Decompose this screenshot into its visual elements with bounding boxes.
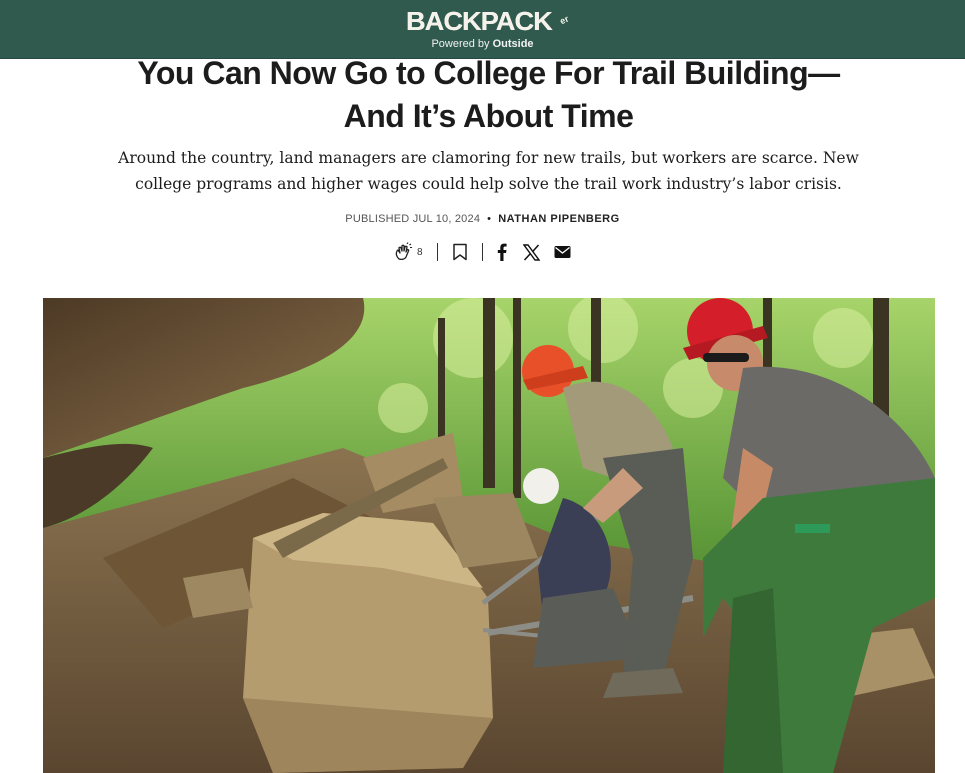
author-link[interactable]: NATHAN PIPENBERG [498,213,619,225]
powered-by[interactable]: Powered by Outside [0,38,965,50]
share-divider [481,243,483,261]
facebook-icon [497,243,507,261]
headline-line-1: You Can Now Go to College For Trail Buil… [137,55,840,91]
headline-line-2: And It’s About Time [343,98,634,134]
trail-crew-photo-icon [43,298,935,773]
share-divider [436,243,438,261]
clap-button[interactable]: 8 [393,239,423,265]
x-icon [522,243,540,261]
logo-suffix: er [558,13,571,27]
clap-count: 8 [417,246,423,258]
hero-image[interactable] [43,298,935,773]
email-share-button[interactable] [554,239,571,265]
backpacker-logo[interactable]: BACKPACK er [406,6,576,36]
article-dek: Around the country, land managers are cl… [118,149,859,193]
byline: PUBLISHED JUL 10, 2024 • NATHAN PIPENBERG [0,213,965,225]
x-share-button[interactable] [522,239,540,265]
email-icon [554,245,571,259]
share-toolbar: 8 [393,239,571,265]
facebook-share-button[interactable] [497,239,507,265]
powered-by-prefix: Powered by [431,38,493,50]
logo-wordmark: BACKPACK [406,6,553,36]
publish-date: PUBLISHED JUL 10, 2024 [345,213,481,225]
bookmark-icon [452,243,468,261]
clap-icon [393,242,413,262]
site-header: BACKPACK er Powered by Outside [0,0,965,59]
bookmark-button[interactable] [452,239,468,265]
outside-brand: Outside [492,38,534,50]
byline-separator: • [487,213,492,225]
article-headline: You Can Now Go to College For Trail Buil… [100,52,877,138]
